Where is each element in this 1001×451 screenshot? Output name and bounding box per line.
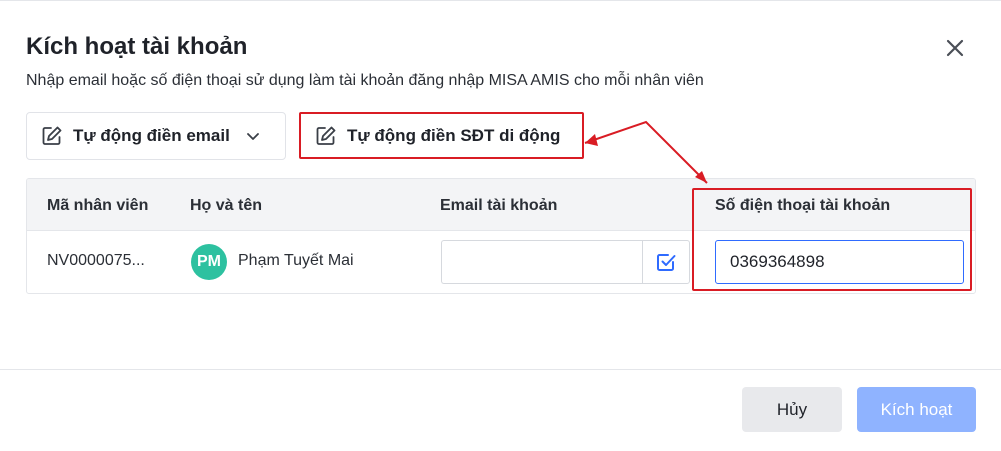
employee-code: NV0000075... xyxy=(47,252,145,269)
auto-fill-email-button[interactable]: Tự động điền email xyxy=(26,112,286,160)
close-icon xyxy=(946,39,964,57)
auto-fill-phone-label: Tự động điền SĐT di động xyxy=(347,125,561,145)
activate-account-dialog: Kích hoạt tài khoản Nhập email hoặc số đ… xyxy=(0,0,1001,451)
auto-fill-email-label: Tự động điền email xyxy=(73,126,230,145)
dialog-title: Kích hoạt tài khoản xyxy=(26,33,248,60)
avatar: PM xyxy=(191,244,227,280)
annotation-arrowhead-left xyxy=(585,134,598,146)
employee-name: Phạm Tuyết Mai xyxy=(238,252,354,269)
auto-fill-phone-button[interactable]: Tự động điền SĐT di động xyxy=(299,112,584,159)
dialog-footer: Hủy Kích hoạt xyxy=(0,369,1001,451)
table-row: NV0000075... PM Phạm Tuyết Mai xyxy=(27,231,975,293)
phone-field[interactable] xyxy=(715,240,964,284)
checkbox-checked-icon xyxy=(657,254,676,271)
email-field[interactable] xyxy=(441,240,643,284)
header-email: Email tài khoản xyxy=(440,197,558,214)
header-phone: Số điện thoại tài khoản xyxy=(715,197,891,214)
cancel-button[interactable]: Hủy xyxy=(742,387,842,432)
annotation-arrow-line xyxy=(584,120,708,184)
header-employee-code: Mã nhân viên xyxy=(47,197,149,214)
table-header: Mã nhân viên Họ và tên Email tài khoản S… xyxy=(27,179,975,231)
employee-table: Mã nhân viên Họ và tên Email tài khoản S… xyxy=(26,178,976,294)
chevron-down-icon[interactable] xyxy=(244,127,262,145)
close-button[interactable] xyxy=(942,35,968,61)
email-check-button[interactable] xyxy=(642,240,690,284)
pencil-edit-icon xyxy=(39,123,65,149)
activate-button[interactable]: Kích hoạt xyxy=(857,387,976,432)
header-full-name: Họ và tên xyxy=(190,197,263,214)
pencil-edit-icon xyxy=(313,123,339,149)
dialog-subtitle: Nhập email hoặc số điện thoại sử dụng là… xyxy=(26,72,704,89)
